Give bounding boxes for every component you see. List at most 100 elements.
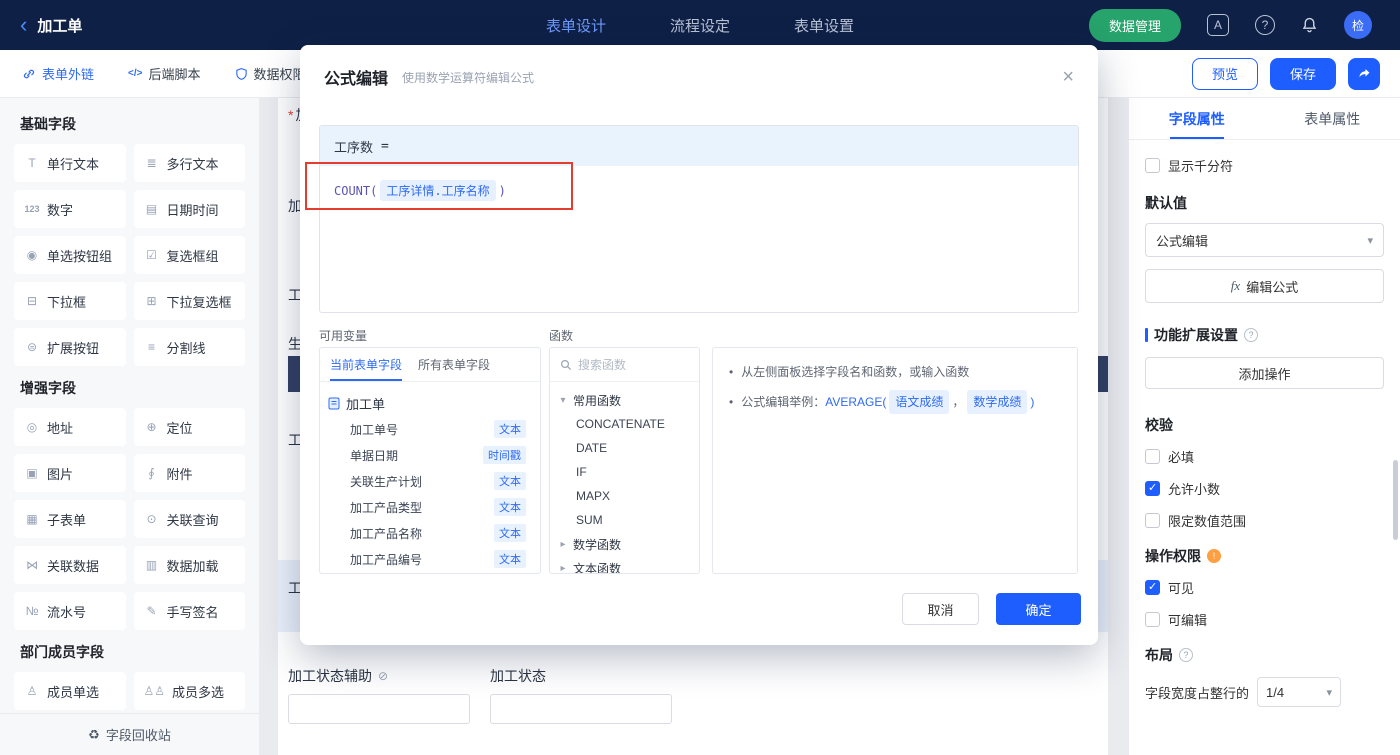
close-icon[interactable]: × <box>1062 67 1074 87</box>
palette-field-member-single[interactable]: ♙ 成员单选 <box>14 672 126 710</box>
lookup-icon: ⊙ <box>146 512 157 526</box>
checkbox-group-icon: ☑ <box>146 248 157 262</box>
checkbox-icon[interactable] <box>1145 612 1160 627</box>
palette-field-signature[interactable]: ✎ 手写签名 <box>133 592 245 630</box>
share-button[interactable] <box>1348 57 1380 90</box>
palette-field-serial-number[interactable]: № 流水号 <box>14 592 126 630</box>
function-item-date[interactable]: DATE <box>550 436 699 460</box>
tab-current-form-fields[interactable]: 当前表单字段 <box>330 348 403 381</box>
palette-field-member-multi[interactable]: ♙♙ 成员多选 <box>133 672 245 710</box>
variable-item[interactable]: 加工产品编号 文本 <box>328 546 532 572</box>
function-group-text[interactable]: ▸ 文本函数 <box>550 556 699 574</box>
field-chip[interactable]: 工序详情.工序名称 <box>380 180 496 201</box>
confirm-button[interactable]: 确定 <box>996 593 1081 625</box>
add-action-button[interactable]: 添加操作 <box>1145 357 1384 389</box>
checkbox-required[interactable]: 必填 <box>1145 447 1384 466</box>
toolbar-item-data-permission[interactable]: 数据权限 <box>235 64 306 83</box>
field-label: 加工状态辅助 ⊘ <box>288 668 389 684</box>
canvas-field-processing-status[interactable]: 加工状态 <box>490 666 672 724</box>
tab-form-design[interactable]: 表单设计 <box>546 15 606 36</box>
palette-field-data-load[interactable]: ▥ 数据加载 <box>133 546 245 584</box>
checkbox-thousand-separator[interactable]: 显示千分符 <box>1145 156 1384 175</box>
variables-tree-root[interactable]: 加工单 <box>328 390 532 416</box>
variable-item[interactable]: 关联生产计划 文本 <box>328 468 532 494</box>
palette-field-location[interactable]: ⊕ 定位 <box>133 408 245 446</box>
variable-item[interactable]: 加工单号 文本 <box>328 416 532 442</box>
tip-line: • 从左侧面板选择字段名和函数，或输入函数 <box>729 365 970 379</box>
palette-field-relation[interactable]: ⋈ 关联数据 <box>14 546 126 584</box>
data-load-icon: ▥ <box>145 558 158 572</box>
function-search-input[interactable] <box>578 357 682 372</box>
bell-icon[interactable] <box>1301 17 1318 34</box>
help-icon[interactable]: ? <box>1179 648 1193 662</box>
help-icon[interactable]: ? <box>1244 328 1258 342</box>
variable-item[interactable]: 加工产品名称 文本 <box>328 520 532 546</box>
palette-field-radio-group[interactable]: ◉ 单选按钮组 <box>14 236 126 274</box>
section-title-basic-fields: 基础字段 <box>20 116 76 132</box>
palette-field-multi-line-text[interactable]: ≣ 多行文本 <box>133 144 245 182</box>
scrollbar[interactable] <box>1393 460 1398 540</box>
avatar[interactable]: 检 <box>1344 11 1372 39</box>
formula-editor[interactable]: 工序数 = COUNT(工序详情.工序名称) <box>319 125 1079 313</box>
checkbox-checked-icon[interactable] <box>1145 481 1160 496</box>
variable-item[interactable]: 单据日期 时间戳 <box>328 442 532 468</box>
tab-form-settings[interactable]: 表单设置 <box>794 15 854 36</box>
checkbox-limit-range[interactable]: 限定数值范围 <box>1145 511 1384 530</box>
function-item-concatenate[interactable]: CONCATENATE <box>550 412 699 436</box>
variable-item[interactable]: 加工产品类型 文本 <box>328 494 532 520</box>
bullet-icon: • <box>729 395 734 409</box>
tab-all-form-fields[interactable]: 所有表单字段 <box>418 348 490 381</box>
checkbox-icon[interactable] <box>1145 158 1160 173</box>
checkbox-icon[interactable] <box>1145 513 1160 528</box>
checkbox-checked-icon[interactable] <box>1145 580 1160 595</box>
palette-field-address[interactable]: ◎ 地址 <box>14 408 126 446</box>
checkbox-visible[interactable]: 可见 <box>1145 578 1384 597</box>
palette-field-number[interactable]: 123 数字 <box>14 190 126 228</box>
palette-field-single-line-text[interactable]: T 单行文本 <box>14 144 126 182</box>
toolbar-item-external-link[interactable]: 表单外链 <box>22 64 94 83</box>
palette-field-attachment[interactable]: ∮ 附件 <box>133 454 245 492</box>
chevron-down-icon: ▾ <box>1367 234 1373 247</box>
palette-field-datetime[interactable]: ▤ 日期时间 <box>133 190 245 228</box>
link-icon <box>22 67 36 81</box>
save-button[interactable]: 保存 <box>1270 57 1336 90</box>
palette-field-subform[interactable]: ▦ 子表单 <box>14 500 126 538</box>
function-group-common[interactable]: ▾ 常用函数 <box>550 388 699 412</box>
language-icon[interactable]: A <box>1207 14 1229 36</box>
palette-field-extend-button[interactable]: ⊜ 扩展按钮 <box>14 328 126 366</box>
data-manage-button[interactable]: 数据管理 <box>1088 8 1181 42</box>
checkbox-allow-decimal[interactable]: 允许小数 <box>1145 479 1384 498</box>
hidden-eye-icon: ⊘ <box>378 669 389 683</box>
function-group-math[interactable]: ▸ 数学函数 <box>550 532 699 556</box>
palette-field-lookup[interactable]: ⊙ 关联查询 <box>133 500 245 538</box>
preview-button[interactable]: 预览 <box>1192 57 1258 90</box>
function-item-mapx[interactable]: MAPX <box>550 484 699 508</box>
palette-field-image[interactable]: ▣ 图片 <box>14 454 126 492</box>
formula-expression[interactable]: COUNT(工序详情.工序名称) <box>320 166 1078 215</box>
bullet-icon: • <box>729 365 734 379</box>
share-icon <box>1357 66 1372 81</box>
cancel-button[interactable]: 取消 <box>902 593 979 625</box>
field-width-select[interactable]: 1/4 ▾ <box>1257 677 1342 707</box>
tab-flow-settings[interactable]: 流程设定 <box>670 15 730 36</box>
field-recycle-bin[interactable]: ♻ 字段回收站 <box>0 713 259 755</box>
checkbox-icon[interactable] <box>1145 449 1160 464</box>
toolbar-item-backend-script[interactable]: </> 后端脚本 <box>128 64 200 83</box>
palette-field-multi-select[interactable]: ⊞ 下拉复选框 <box>133 282 245 320</box>
palette-field-checkbox-group[interactable]: ☑ 复选框组 <box>133 236 245 274</box>
tab-form-properties[interactable]: 表单属性 <box>1265 98 1400 139</box>
function-item-if[interactable]: IF <box>550 460 699 484</box>
default-value-select[interactable]: 公式编辑 ▾ <box>1145 223 1384 257</box>
tab-field-properties[interactable]: 字段属性 <box>1129 98 1265 139</box>
chevron-right-icon: ▸ <box>560 538 566 550</box>
function-item-sum[interactable]: SUM <box>550 508 699 532</box>
type-badge: 文本 <box>494 472 526 490</box>
back-icon[interactable]: ‹ <box>20 14 27 36</box>
palette-field-select[interactable]: ⊟ 下拉框 <box>14 282 126 320</box>
canvas-field-processing-status-aux[interactable]: 加工状态辅助 ⊘ <box>288 666 470 724</box>
help-icon[interactable]: ? <box>1255 15 1275 35</box>
checkbox-editable[interactable]: 可编辑 <box>1145 610 1384 629</box>
palette-field-divider[interactable]: ≡ 分割线 <box>133 328 245 366</box>
edit-formula-button[interactable]: fx 编辑公式 <box>1145 269 1384 303</box>
topbar: ‹ 加工单 表单设计 流程设定 表单设置 数据管理 A ? 检 <box>0 0 1400 50</box>
